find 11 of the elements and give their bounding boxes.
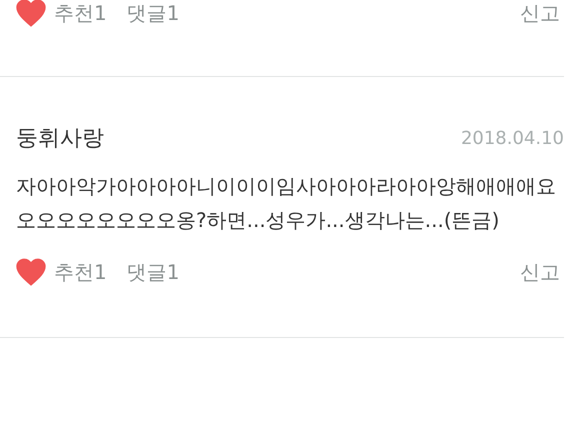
comment-text: 자아아악가아아아아니이이이임사아아아라아아앙해애애애요오오오오오오오오옹?하면...성우가...생각나는...(뜬금) xyxy=(16,173,557,234)
reply-button[interactable]: 댓글1 xyxy=(126,262,180,282)
report-button[interactable]: 신고 xyxy=(520,262,560,282)
comment-date: 2018.04.10 xyxy=(460,127,564,151)
author-name: 둥휘사랑 xyxy=(16,125,104,153)
recommend-button[interactable]: 추천1 xyxy=(54,262,107,282)
recommend-button[interactable]: 추천1 xyxy=(54,3,107,23)
report-button[interactable]: 신고 xyxy=(520,3,560,23)
reply-button[interactable]: 댓글1 xyxy=(126,3,180,23)
heart-icon[interactable] xyxy=(16,0,46,27)
heart-icon[interactable] xyxy=(16,258,46,286)
